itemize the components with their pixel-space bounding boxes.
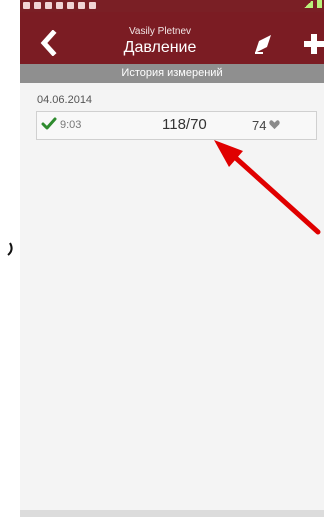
- notification-icon: [34, 2, 41, 9]
- status-icons-left: [23, 2, 96, 9]
- back-arrow-icon[interactable]: [37, 30, 63, 56]
- signal-icon: [303, 0, 313, 8]
- measurement-row[interactable]: 9:03 118/70 74: [36, 111, 317, 140]
- notification-icon: [56, 2, 63, 9]
- pulse-value: 74: [252, 118, 267, 133]
- notification-icon: [45, 2, 52, 9]
- section-header: История измерений: [20, 64, 324, 83]
- notification-icon: [23, 2, 30, 9]
- page-title: Давление: [123, 39, 197, 56]
- outside-area: [0, 0, 20, 517]
- measurement-date: 04.06.2014: [37, 94, 93, 106]
- measurement-time: 9:03: [60, 119, 82, 131]
- notification-icon: [67, 2, 74, 9]
- blood-pressure-value: 118/70: [162, 116, 207, 133]
- app-header: Vasily Pletnev Давление: [20, 12, 324, 64]
- add-icon[interactable]: [302, 32, 324, 56]
- battery-icon: [317, 0, 322, 8]
- edit-icon[interactable]: [250, 32, 276, 58]
- title-block: Vasily Pletnev Давление: [90, 26, 230, 57]
- phone-screen: Vasily Pletnev Давление История измерени…: [20, 0, 324, 517]
- notification-icon: [78, 2, 85, 9]
- heart-icon: [269, 120, 280, 130]
- user-name: Vasily Pletnev: [128, 26, 192, 37]
- bottom-edge: [20, 510, 324, 517]
- notification-icon: [89, 2, 96, 9]
- check-icon: [41, 117, 57, 130]
- status-icons-right: [303, 0, 322, 8]
- status-bar: [20, 0, 324, 12]
